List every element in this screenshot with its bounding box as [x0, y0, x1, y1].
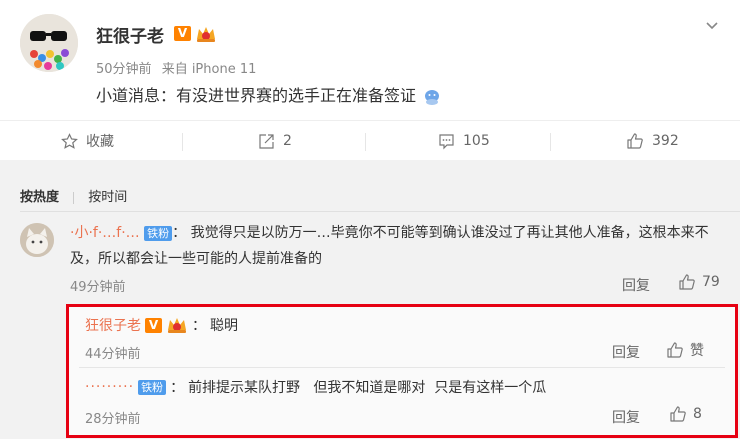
commenter-avatar[interactable] — [20, 223, 54, 257]
reply-time: 44分钟前 — [85, 347, 141, 362]
post-text: 小道消息：有没进世界赛的选手正在准备签证 — [96, 82, 441, 106]
reply-time: 28分钟前 — [85, 412, 141, 427]
reply-text: 前排提示某队打野 但我不知道是哪对 只是有这样一个瓜 — [188, 380, 547, 396]
post-source: 来自 iPhone 11 — [161, 62, 257, 77]
sort-tabs: 按热度 按时间 — [20, 186, 127, 205]
sort-divider — [73, 191, 75, 204]
sort-divider-line — [20, 211, 740, 212]
sort-by-hot-tab[interactable]: 按热度 — [20, 190, 59, 205]
comment-button[interactable]: 105 — [438, 121, 490, 161]
comment-body: ·小·f·…f·… 铁粉： 我觉得只是以防万一…毕竟你不可能等到确认谁没过了再让… — [70, 225, 709, 267]
reply-like-button[interactable]: 8 — [669, 405, 702, 423]
vip-crown-icon — [197, 27, 215, 42]
highlighted-replies-box: 狂很子老 V ： 聪明 44分钟前 回复 赞 ········· 铁粉 ： 前排… — [66, 304, 738, 438]
emoji-icon — [425, 89, 440, 105]
reply-button[interactable]: 回复 — [622, 275, 650, 295]
like-button[interactable]: 392 — [626, 121, 679, 161]
reply-author-name[interactable]: ········· — [85, 379, 134, 395]
reply-row: 狂很子老 V ： 聪明 — [85, 315, 238, 335]
favorite-label: 收藏 — [86, 134, 114, 150]
reply-author-name[interactable]: 狂很子老 — [85, 315, 141, 335]
author-name[interactable]: 狂很子老 — [96, 22, 164, 47]
author-avatar[interactable] — [20, 14, 78, 72]
comment-count: 105 — [463, 133, 490, 149]
chevron-down-icon[interactable] — [704, 18, 720, 34]
fan-badge: 铁粉 — [138, 379, 167, 395]
comments-section: 按热度 按时间 ·小·f·…f·… 铁粉： 我觉得只是以防万一…毕竟你不可能等到… — [0, 160, 740, 439]
action-divider — [182, 133, 183, 151]
post-time: 50分钟前 — [96, 62, 152, 77]
vip-crown-icon — [168, 318, 186, 333]
favorite-button[interactable]: 收藏 — [61, 121, 114, 161]
commenter-name[interactable]: ·小·f·…f·… — [70, 225, 140, 241]
reply-like-button[interactable]: 赞 — [666, 340, 704, 360]
thumbs-up-icon — [679, 274, 695, 290]
verified-v-badge: V — [174, 26, 191, 41]
avatar-image — [20, 14, 78, 72]
star-icon — [61, 132, 78, 149]
comment-like-button[interactable]: 79 — [678, 273, 720, 291]
comment-like-count: 79 — [702, 274, 720, 290]
action-divider — [550, 133, 551, 151]
repost-icon — [259, 133, 274, 149]
comment-time: 49分钟前 — [70, 280, 126, 295]
post-text-content: 小道消息：有没进世界赛的选手正在准备签证 — [96, 86, 417, 105]
reply-button[interactable]: 回复 — [612, 407, 640, 427]
verified-v-badge: V — [145, 317, 162, 333]
weibo-post: 狂很子老 V 50分钟前 来自 iPhone 11 小道消息：有没进世界赛的选手… — [0, 0, 740, 120]
like-count: 392 — [652, 133, 679, 149]
reply-row: ········· 铁粉 ： 前排提示某队打野 但我不知道是哪对 只是有这样一个… — [85, 379, 547, 396]
cat-avatar-image — [20, 223, 54, 257]
action-divider — [365, 133, 366, 151]
reply-button[interactable]: 回复 — [612, 342, 640, 362]
repost-count: 2 — [283, 133, 292, 149]
fan-badge: 铁粉 — [144, 225, 173, 241]
thumbs-up-icon — [667, 342, 683, 358]
post-meta: 50分钟前 来自 iPhone 11 — [96, 58, 262, 77]
thumbs-up-icon — [670, 406, 686, 422]
sort-by-time-tab[interactable]: 按时间 — [88, 190, 127, 205]
reply-divider — [79, 367, 725, 368]
comment-icon — [439, 133, 454, 149]
thumbs-up-icon — [627, 133, 643, 149]
reply-like-label: 赞 — [690, 343, 704, 359]
reply-like-count: 8 — [693, 406, 702, 422]
repost-button[interactable]: 2 — [258, 121, 292, 161]
post-actions-bar: 收藏 2 105 392 — [0, 120, 740, 161]
reply-text: 聪明 — [210, 318, 238, 334]
